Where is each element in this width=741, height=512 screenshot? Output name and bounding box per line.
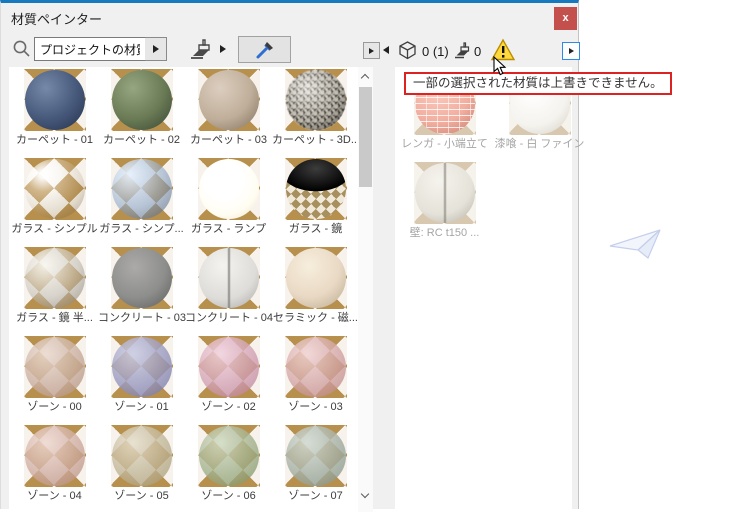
search-dropdown-button[interactable]: [145, 37, 167, 61]
material-label: カーペット - 02: [98, 134, 185, 147]
eyedropper-button[interactable]: [238, 36, 291, 63]
warning-tooltip: 一部の選択された材質は上書きできません。: [404, 72, 672, 95]
material-tile[interactable]: カーペット - 02: [98, 67, 185, 156]
material-sphere: [111, 69, 173, 131]
material-label: ゾーン - 06: [185, 490, 272, 503]
material-tile[interactable]: コンクリート - 04: [185, 245, 272, 334]
overflow-arrow-icon: [569, 48, 574, 54]
scroll-down-arrow[interactable]: [361, 491, 370, 500]
material-tile[interactable]: ガラス - シンプル: [11, 156, 98, 245]
material-sphere: [111, 336, 173, 398]
selected-element-count: 0 (1): [422, 44, 449, 59]
material-label: ゾーン - 04: [11, 490, 98, 503]
material-sphere: [24, 158, 86, 220]
material-sphere: [24, 247, 86, 309]
material-label: ガラス - シンプル: [11, 223, 98, 236]
material-tile[interactable]: ゾーン - 07: [272, 423, 359, 512]
toolbar: 0 (1) 0: [1, 32, 578, 67]
material-sphere: [111, 158, 173, 220]
materials-grid: カーペット - 01 カーペット - 02 カーペット - 03 カーペット -…: [11, 67, 359, 512]
splitter-collapse-icon[interactable]: [383, 46, 389, 54]
selection-materials-grid: レンガ - 小端立て 漆喰 - 白 ファイン 壁: RC t150 ...: [397, 71, 587, 249]
material-tile[interactable]: ガラス - 鏡 半...: [11, 245, 98, 334]
material-sphere: [285, 425, 347, 487]
material-label: 壁: RC t150 ...: [397, 227, 492, 240]
scrollbar-thumb[interactable]: [359, 87, 372, 187]
material-label: ゾーン - 07: [272, 490, 359, 503]
material-label: カーペット - 03: [185, 134, 272, 147]
brush-count-icon: [453, 40, 474, 61]
material-label: レンガ - 小端立て: [397, 138, 492, 151]
left-panel-scrollbar[interactable]: [358, 67, 373, 512]
material-tile[interactable]: ゾーン - 04: [11, 423, 98, 512]
material-label: ガラス - シンプ...: [98, 223, 185, 236]
material-sphere: [24, 69, 86, 131]
search-icon: [12, 39, 31, 58]
material-label: コンクリート - 04: [185, 312, 272, 325]
paint-brush-icon[interactable]: [189, 38, 217, 62]
material-tile[interactable]: 壁: RC t150 ...: [397, 160, 492, 249]
material-sphere: [285, 336, 347, 398]
material-label: ゾーン - 00: [11, 401, 98, 414]
material-tile[interactable]: ゾーン - 05: [98, 423, 185, 512]
material-label: カーペット - 01: [11, 134, 98, 147]
right-panel-options-button[interactable]: [562, 42, 580, 60]
material-search-input[interactable]: [34, 37, 146, 61]
material-sphere: [198, 158, 260, 220]
eyedropper-icon: [255, 40, 275, 60]
app-background: 材質ペインター x: [0, 0, 741, 509]
material-label: ゾーン - 05: [98, 490, 185, 503]
material-label: ガラス - ランプ: [185, 223, 272, 236]
material-label: カーペット - 3D...: [272, 134, 359, 147]
material-tile[interactable]: ゾーン - 02: [185, 334, 272, 423]
material-sphere: [285, 158, 347, 220]
material-sphere: [285, 69, 347, 131]
material-label: セラミック - 磁...: [272, 312, 359, 325]
material-sphere: [198, 336, 260, 398]
material-tile[interactable]: コンクリート - 03: [98, 245, 185, 334]
material-tile[interactable]: カーペット - 3D...: [272, 67, 359, 156]
material-sphere: [111, 247, 173, 309]
brush-dropdown-arrow[interactable]: [220, 45, 226, 53]
material-tile[interactable]: セラミック - 磁...: [272, 245, 359, 334]
material-tile[interactable]: カーペット - 03: [185, 67, 272, 156]
material-label: ガラス - 鏡 半...: [11, 312, 98, 325]
material-sphere: [198, 425, 260, 487]
dialog-title: 材質ペインター: [11, 9, 102, 28]
material-label: ガラス - 鏡: [272, 223, 359, 236]
paint-count: 0: [474, 44, 481, 59]
material-label: コンクリート - 03: [98, 312, 185, 325]
material-label: ゾーン - 03: [272, 401, 359, 414]
material-sphere: [24, 336, 86, 398]
project-materials-panel: カーペット - 01 カーペット - 02 カーペット - 03 カーペット -…: [9, 67, 373, 512]
material-tile[interactable]: ゾーン - 03: [272, 334, 359, 423]
material-tile[interactable]: ゾーン - 06: [185, 423, 272, 512]
material-tile[interactable]: ガラス - シンプ...: [98, 156, 185, 245]
dropdown-arrow-icon: [153, 45, 159, 53]
material-sphere: [198, 247, 260, 309]
scroll-up-arrow[interactable]: [361, 73, 370, 82]
material-sphere: [198, 69, 260, 131]
mouse-cursor: [493, 56, 507, 76]
expand-arrow-icon: [369, 48, 374, 54]
material-label: 漆喰 - 白 ファイン: [492, 138, 587, 151]
warning-tooltip-text: 一部の選択された材質は上書きできません。: [413, 76, 663, 90]
cube-icon: [397, 40, 418, 61]
material-sphere: [24, 425, 86, 487]
material-tile[interactable]: カーペット - 01: [11, 67, 98, 156]
material-tile[interactable]: ガラス - ランプ: [185, 156, 272, 245]
material-label: ゾーン - 02: [185, 401, 272, 414]
material-tile[interactable]: ゾーン - 01: [98, 334, 185, 423]
close-button[interactable]: x: [554, 7, 577, 30]
material-sphere: [285, 247, 347, 309]
left-panel-options-button[interactable]: [363, 42, 380, 59]
background-cursor-shape: [608, 228, 666, 262]
selection-materials-panel: レンガ - 小端立て 漆喰 - 白 ファイン 壁: RC t150 ...: [395, 67, 572, 512]
material-sphere: [414, 162, 476, 224]
title-bar[interactable]: 材質ペインター x: [1, 3, 578, 32]
material-tile[interactable]: ガラス - 鏡: [272, 156, 359, 245]
material-tile[interactable]: ゾーン - 00: [11, 334, 98, 423]
material-sphere: [111, 425, 173, 487]
material-label: ゾーン - 01: [98, 401, 185, 414]
